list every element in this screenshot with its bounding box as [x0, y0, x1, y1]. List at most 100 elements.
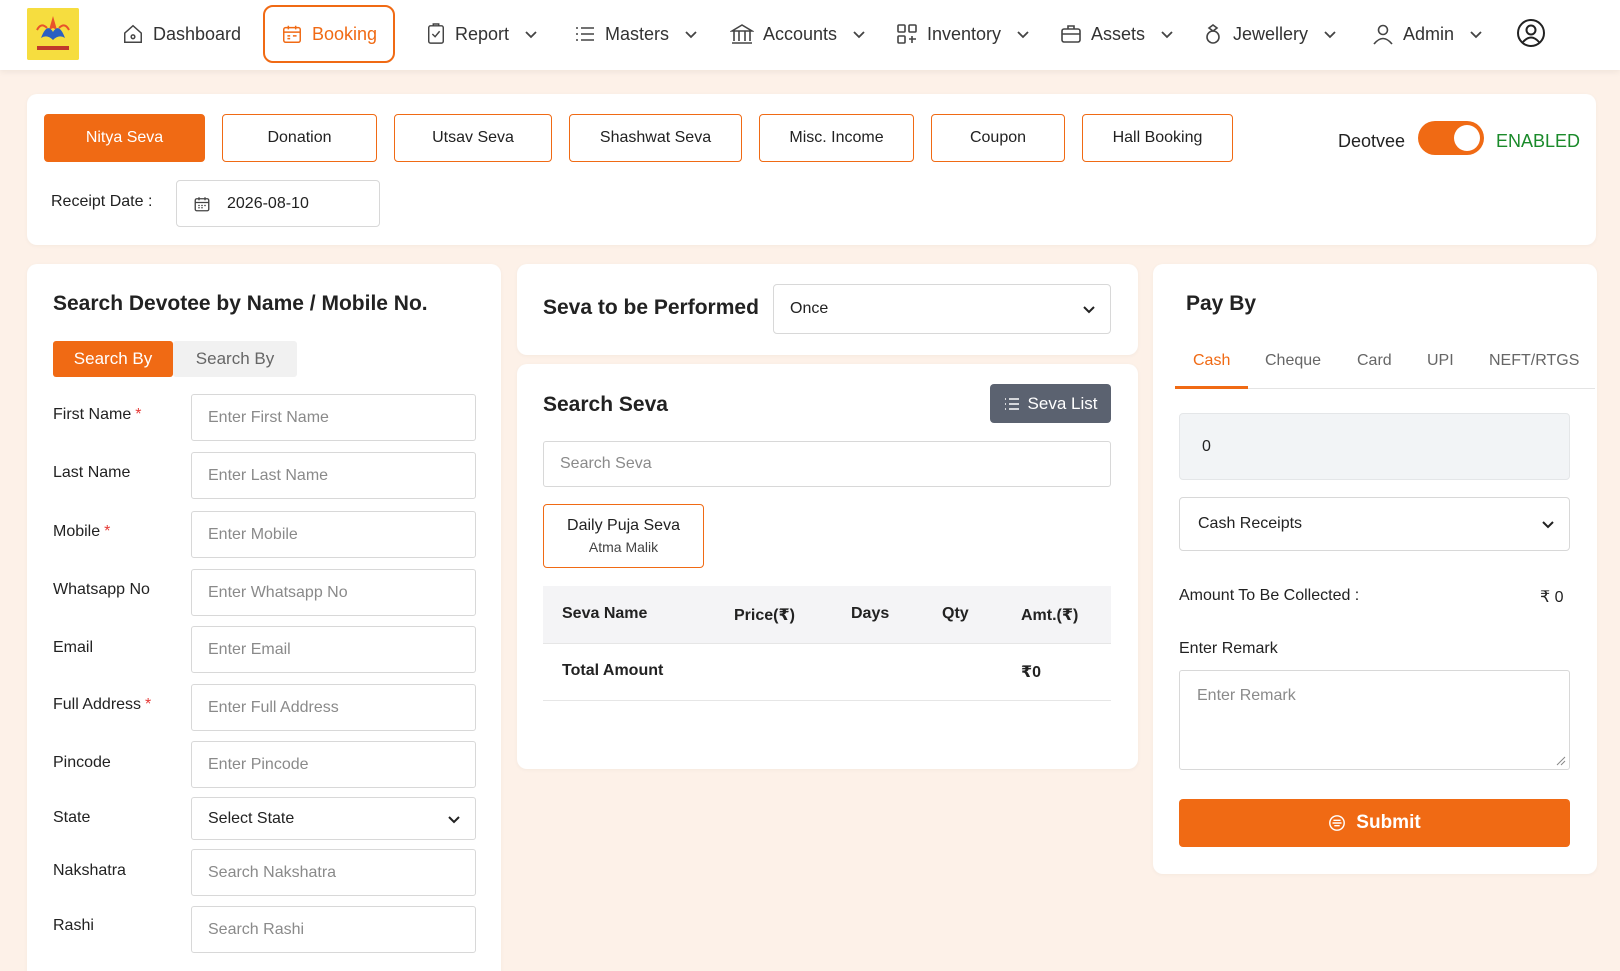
full-address-input[interactable]: Enter Full Address: [191, 684, 476, 731]
last-name-label-text: Last Name: [53, 464, 131, 481]
temple-logo[interactable]: [27, 8, 79, 60]
tab-donation[interactable]: Donation: [222, 114, 377, 162]
nakshatra-input[interactable]: Search Nakshatra: [191, 849, 476, 896]
nav-inventory-label: Inventory: [927, 23, 1002, 44]
tab-nitya-seva-label: Nitya Seva: [85, 129, 164, 146]
nav-report[interactable]: Report: [426, 6, 538, 62]
receipt-date-label: Receipt Date :: [51, 193, 153, 210]
pay-tab-cheque[interactable]: Cheque: [1265, 352, 1321, 370]
seva-frequency-select[interactable]: Once: [773, 284, 1111, 334]
chevron-down-icon: [1542, 521, 1554, 529]
full-address-placeholder: Enter Full Address: [208, 698, 339, 716]
mobile-label: Mobile *: [53, 523, 110, 541]
search-by-tab-active[interactable]: Search By: [53, 341, 173, 377]
required-marker: *: [135, 406, 142, 423]
top-navbar: Dashboard Booking Report Masters Account…: [0, 0, 1620, 70]
nav-accounts[interactable]: Accounts: [730, 6, 866, 62]
nav-masters[interactable]: Masters: [574, 6, 698, 62]
tab-nitya-seva[interactable]: Nitya Seva: [44, 114, 205, 162]
search-seva-placeholder: Search Seva: [560, 455, 652, 472]
whatsapp-label-text: Whatsapp No: [53, 581, 150, 598]
state-select[interactable]: Select State: [191, 797, 476, 840]
nav-admin-label: Admin: [1403, 23, 1455, 44]
search-by-tab[interactable]: Search By: [173, 341, 297, 377]
search-by-tab-label: Search By: [73, 349, 153, 368]
seva-frequency-value: Once: [790, 300, 829, 317]
tab-utsav-seva-label: Utsav Seva: [432, 129, 514, 146]
tab-hall-booking-label: Hall Booking: [1112, 129, 1203, 146]
pay-tab-neft[interactable]: NEFT/RTGS: [1489, 352, 1579, 370]
rashi-input[interactable]: Search Rashi: [191, 906, 476, 953]
chevron-down-icon: [1161, 31, 1173, 39]
tab-utsav-seva[interactable]: Utsav Seva: [394, 114, 552, 162]
amount-input[interactable]: 0: [1179, 413, 1570, 480]
bank-icon: [730, 24, 754, 44]
divider: [543, 643, 1111, 644]
pay-tab-card[interactable]: Card: [1357, 352, 1392, 370]
pay-by-title: Pay By: [1186, 292, 1257, 315]
chevron-down-icon: [853, 31, 865, 39]
pincode-input[interactable]: Enter Pincode: [191, 741, 476, 788]
nav-admin[interactable]: Admin: [1372, 6, 1483, 62]
search-seva-input[interactable]: Search Seva: [543, 441, 1111, 487]
amount-collected-value: ₹ 0: [1540, 589, 1564, 606]
rashi-label: Rashi: [53, 917, 94, 935]
tab-coupon[interactable]: Coupon: [931, 114, 1065, 162]
total-amount-value: ₹0: [1021, 664, 1042, 681]
toggle-knob: [1454, 125, 1480, 151]
tab-shashwat-seva-label: Shashwat Seva: [599, 129, 712, 146]
ring-icon: [1206, 24, 1220, 44]
email-placeholder: Enter Email: [208, 640, 291, 658]
nakshatra-label: Nakshatra: [53, 862, 126, 880]
last-name-input[interactable]: Enter Last Name: [191, 452, 476, 499]
seva-list-button[interactable]: Seva List: [990, 384, 1111, 423]
active-tab-indicator: [1175, 386, 1248, 389]
tab-coupon-label: Coupon: [969, 129, 1027, 146]
profile-button[interactable]: [1516, 18, 1546, 53]
nav-report-label: Report: [455, 23, 510, 44]
tab-misc-income-label: Misc. Income: [789, 129, 884, 146]
tab-shashwat-seva[interactable]: Shashwat Seva: [569, 114, 742, 162]
search-seva-title: Search Seva: [543, 393, 668, 416]
col-qty: Qty: [942, 605, 969, 622]
whatsapp-input[interactable]: Enter Whatsapp No: [191, 569, 476, 616]
first-name-input[interactable]: Enter First Name: [191, 394, 476, 441]
nav-assets[interactable]: Assets: [1060, 6, 1174, 62]
nav-booking[interactable]: Booking: [263, 5, 395, 63]
nav-assets-label: Assets: [1091, 23, 1146, 44]
nav-jewellery[interactable]: Jewellery: [1202, 6, 1337, 62]
whatsapp-label: Whatsapp No: [53, 581, 150, 599]
full-address-label: Full Address *: [53, 696, 151, 714]
nav-inventory[interactable]: Inventory: [896, 6, 1030, 62]
receipt-type-select[interactable]: Cash Receipts: [1179, 497, 1570, 551]
receipt-date-input[interactable]: 2026-08-10: [176, 180, 380, 227]
nav-accounts-label: Accounts: [763, 23, 838, 44]
last-name-label: Last Name: [53, 464, 130, 482]
first-name-placeholder: Enter First Name: [208, 408, 329, 426]
remark-textarea[interactable]: Enter Remark: [1179, 670, 1570, 770]
divider: [543, 700, 1111, 701]
col-seva-name: Seva Name: [562, 605, 648, 622]
email-input[interactable]: Enter Email: [191, 626, 476, 673]
submit-button[interactable]: Submit: [1179, 799, 1570, 847]
email-label: Email: [53, 639, 93, 657]
tab-hall-booking[interactable]: Hall Booking: [1082, 114, 1233, 162]
pay-tab-cash[interactable]: Cash: [1193, 352, 1230, 370]
list-icon: [576, 27, 594, 41]
pincode-placeholder: Enter Pincode: [208, 755, 309, 773]
briefcase-icon: [1061, 25, 1081, 43]
nav-dashboard[interactable]: Dashboard: [122, 6, 241, 62]
whatsapp-placeholder: Enter Whatsapp No: [208, 583, 348, 601]
seva-card-sub: Atma Malik: [588, 539, 659, 555]
col-amount: Amt.(₹): [1021, 607, 1079, 624]
amount-value: 0: [1202, 437, 1211, 455]
mobile-input[interactable]: Enter Mobile: [191, 511, 476, 558]
deotvee-status: ENABLED: [1496, 131, 1581, 151]
pay-tab-upi[interactable]: UPI: [1427, 352, 1454, 370]
resize-handle-icon: [1556, 756, 1566, 766]
deotvee-toggle[interactable]: [1418, 121, 1484, 155]
calendar-icon: [194, 196, 210, 211]
tab-misc-income[interactable]: Misc. Income: [759, 114, 914, 162]
email-label-text: Email: [53, 639, 94, 656]
seva-card-daily-puja[interactable]: Daily Puja Seva Atma Malik: [543, 504, 704, 568]
